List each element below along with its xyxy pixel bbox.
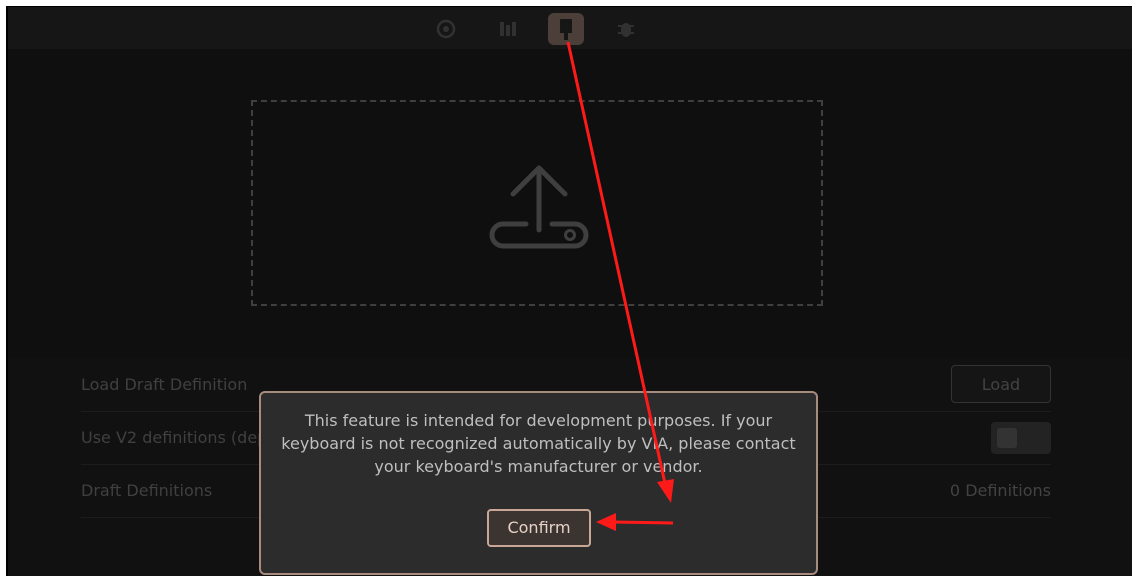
annotation-arrows	[566, 41, 674, 531]
annotation-arrow-line	[611, 520, 674, 525]
annotation-arrowhead	[596, 513, 616, 531]
annotation-arrowhead	[657, 479, 674, 503]
annotation-arrow-line	[566, 41, 668, 489]
